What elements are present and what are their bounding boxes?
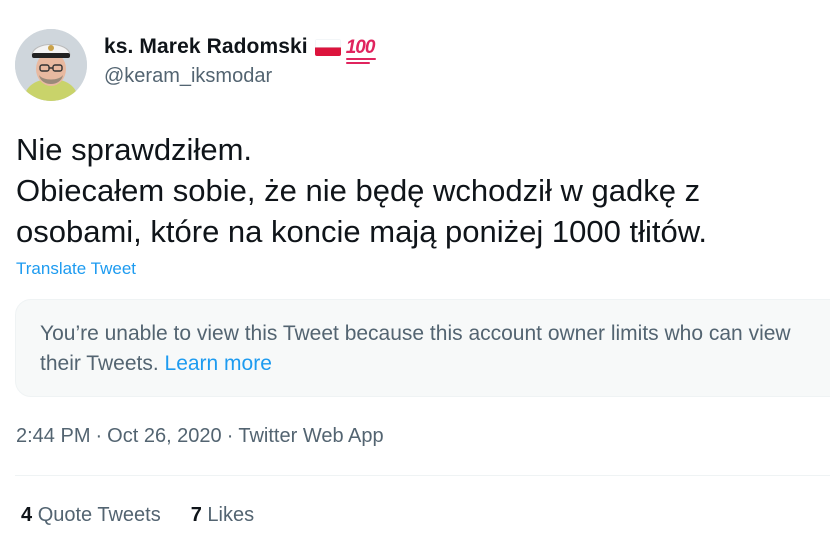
- hundred-points-icon: 100: [345, 38, 377, 64]
- tweet-text-line: Nie sprawdziłem.: [16, 132, 253, 167]
- divider: [15, 475, 830, 476]
- learn-more-link[interactable]: Learn more: [165, 352, 272, 375]
- quote-tweets-label: Quote Tweets: [37, 504, 161, 526]
- likes-label: Likes: [207, 504, 255, 526]
- avatar-image: [15, 29, 87, 101]
- tweet-text: Nie sprawdziłem. Obiecałem sobie, że nie…: [16, 129, 816, 252]
- tweet-text-line: Obiecałem sobie, że nie będę wchodził w …: [16, 173, 701, 208]
- unavailable-message-block: You’re unable to view this Tweet because…: [40, 319, 820, 379]
- name-row: ks. Marek Radomski 100: [104, 34, 377, 64]
- tweet-date[interactable]: Oct 26, 2020: [107, 425, 222, 447]
- meta-separator: ·: [226, 425, 234, 447]
- meta-separator: ·: [95, 425, 103, 447]
- likes-count: 7: [190, 504, 202, 526]
- tweet-source[interactable]: Twitter Web App: [238, 425, 383, 447]
- unavailable-quote-card: You’re unable to view this Tweet because…: [15, 299, 830, 397]
- unavailable-message: You’re unable to view this Tweet because…: [40, 322, 791, 375]
- tweet-stats: 4 Quote Tweets 7 Likes: [21, 504, 254, 527]
- avatar[interactable]: [15, 29, 87, 101]
- tweet-time[interactable]: 2:44 PM: [16, 425, 90, 447]
- author-info: ks. Marek Radomski 100 @keram_iksmodar: [104, 34, 377, 88]
- translate-tweet-link[interactable]: Translate Tweet: [16, 259, 136, 279]
- tweet-meta: 2:44 PM · Oct 26, 2020 · Twitter Web App: [16, 425, 384, 448]
- likes-stat[interactable]: 7 Likes: [191, 504, 254, 527]
- polish-flag-icon: [314, 38, 341, 56]
- tweet-detail: ks. Marek Radomski 100 @keram_iksmodar N…: [0, 0, 830, 540]
- quote-tweets-stat[interactable]: 4 Quote Tweets: [21, 504, 161, 527]
- quote-tweets-count: 4: [21, 504, 33, 526]
- handle[interactable]: @keram_iksmodar: [104, 65, 374, 88]
- display-name[interactable]: ks. Marek Radomski: [104, 35, 308, 59]
- tweet-text-line: osobami, które na koncie mają poniżej 10…: [16, 214, 708, 249]
